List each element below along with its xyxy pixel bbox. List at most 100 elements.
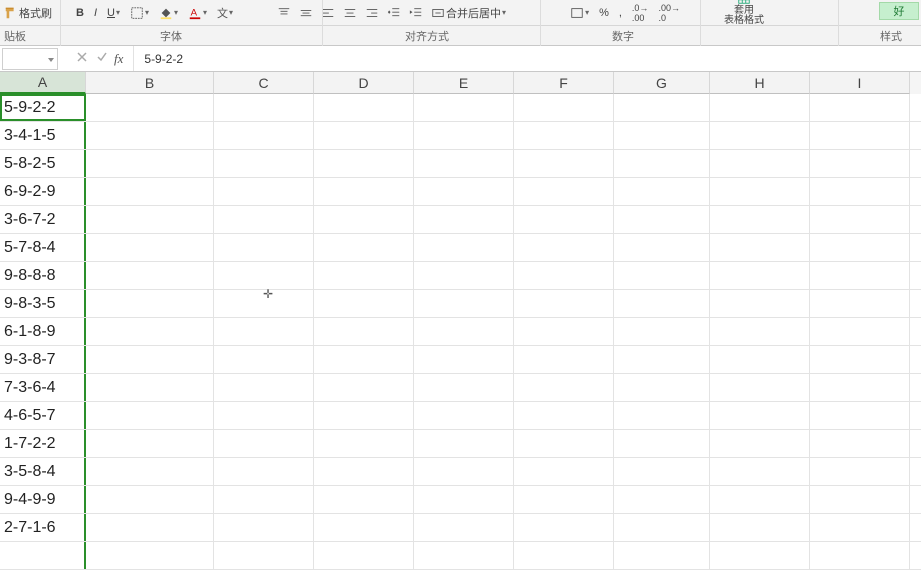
cell-I10[interactable]	[810, 346, 910, 373]
cell-F15[interactable]	[514, 486, 614, 513]
cell-G16[interactable]	[614, 514, 710, 541]
cell-G3[interactable]	[614, 150, 710, 177]
cell-G1[interactable]	[614, 94, 710, 121]
cell-A8[interactable]: 9-8-3-5	[0, 290, 86, 317]
merge-center-button[interactable]: 合并后居中 ▾	[429, 4, 508, 22]
cell-F17[interactable]	[514, 542, 614, 569]
cell-D11[interactable]	[314, 374, 414, 401]
confirm-edit-button[interactable]	[96, 51, 108, 66]
align-right-button[interactable]	[363, 5, 381, 21]
cell-G13[interactable]	[614, 430, 710, 457]
cell-A16[interactable]: 2-7-1-6	[0, 514, 86, 541]
cell-E2[interactable]	[414, 122, 514, 149]
cell-H9[interactable]	[710, 318, 810, 345]
cell-C17[interactable]	[214, 542, 314, 569]
cell-E10[interactable]	[414, 346, 514, 373]
cell-B2[interactable]	[86, 122, 214, 149]
border-button[interactable]: ▾	[128, 5, 151, 21]
column-header-E[interactable]: E	[414, 72, 514, 94]
cell-B15[interactable]	[86, 486, 214, 513]
cell-C12[interactable]	[214, 402, 314, 429]
cell-D5[interactable]	[314, 206, 414, 233]
comma-button[interactable]: ,	[617, 6, 624, 20]
cell-F14[interactable]	[514, 458, 614, 485]
cell-I9[interactable]	[810, 318, 910, 345]
underline-button[interactable]: U▾	[105, 6, 122, 20]
cell-D3[interactable]	[314, 150, 414, 177]
cell-H7[interactable]	[710, 262, 810, 289]
cell-I6[interactable]	[810, 234, 910, 261]
indent-inc-button[interactable]	[407, 5, 425, 21]
column-header-F[interactable]: F	[514, 72, 614, 94]
cell-F5[interactable]	[514, 206, 614, 233]
cell-G17[interactable]	[614, 542, 710, 569]
cell-I2[interactable]	[810, 122, 910, 149]
cell-A3[interactable]: 5-8-2-5	[0, 150, 86, 177]
cell-E3[interactable]	[414, 150, 514, 177]
name-box[interactable]	[2, 48, 58, 70]
format-painter-button[interactable]: 格式刷	[2, 4, 54, 22]
cell-I7[interactable]	[810, 262, 910, 289]
cell-H2[interactable]	[710, 122, 810, 149]
cell-D4[interactable]	[314, 178, 414, 205]
cell-I14[interactable]	[810, 458, 910, 485]
cell-F6[interactable]	[514, 234, 614, 261]
fx-button[interactable]: fx	[114, 51, 123, 67]
cell-B12[interactable]	[86, 402, 214, 429]
cell-C16[interactable]	[214, 514, 314, 541]
cell-D16[interactable]	[314, 514, 414, 541]
cell-A5[interactable]: 3-6-7-2	[0, 206, 86, 233]
cell-B17[interactable]	[86, 542, 214, 569]
cell-H16[interactable]	[710, 514, 810, 541]
cell-B8[interactable]	[86, 290, 214, 317]
column-header-A[interactable]: A	[0, 72, 86, 94]
cell-E6[interactable]	[414, 234, 514, 261]
cell-C6[interactable]	[214, 234, 314, 261]
decrease-decimal-button[interactable]: .00→.0	[656, 2, 682, 24]
cell-G15[interactable]	[614, 486, 710, 513]
cell-D1[interactable]	[314, 94, 414, 121]
cell-style-good[interactable]: 好	[879, 2, 919, 20]
cell-G6[interactable]	[614, 234, 710, 261]
cell-F10[interactable]	[514, 346, 614, 373]
cell-E7[interactable]	[414, 262, 514, 289]
cell-G9[interactable]	[614, 318, 710, 345]
cell-A7[interactable]: 9-8-8-8	[0, 262, 86, 289]
cell-E17[interactable]	[414, 542, 514, 569]
cell-A17[interactable]	[0, 542, 86, 569]
spreadsheet-grid[interactable]: ABCDEFGHI 5-9-2-23-4-1-55-8-2-56-9-2-93-…	[0, 72, 921, 576]
cell-B6[interactable]	[86, 234, 214, 261]
cell-H11[interactable]	[710, 374, 810, 401]
cell-B16[interactable]	[86, 514, 214, 541]
cell-I15[interactable]	[810, 486, 910, 513]
cell-G7[interactable]	[614, 262, 710, 289]
cell-C11[interactable]	[214, 374, 314, 401]
bold-button[interactable]: B	[74, 6, 86, 20]
column-header-C[interactable]: C	[214, 72, 314, 94]
cell-G5[interactable]	[614, 206, 710, 233]
cell-B7[interactable]	[86, 262, 214, 289]
cell-H12[interactable]	[710, 402, 810, 429]
percent-button[interactable]: %	[597, 6, 611, 20]
cell-H14[interactable]	[710, 458, 810, 485]
cell-C13[interactable]	[214, 430, 314, 457]
cell-G4[interactable]	[614, 178, 710, 205]
cell-C14[interactable]	[214, 458, 314, 485]
increase-decimal-button[interactable]: .0→.00	[630, 2, 651, 24]
cell-E15[interactable]	[414, 486, 514, 513]
cell-A2[interactable]: 3-4-1-5	[0, 122, 86, 149]
cell-B10[interactable]	[86, 346, 214, 373]
cell-B9[interactable]	[86, 318, 214, 345]
column-header-I[interactable]: I	[810, 72, 910, 94]
cell-H17[interactable]	[710, 542, 810, 569]
cell-H6[interactable]	[710, 234, 810, 261]
cell-G12[interactable]	[614, 402, 710, 429]
cell-I1[interactable]	[810, 94, 910, 121]
phonetic-button[interactable]: 文 ▾	[215, 4, 235, 22]
cell-H15[interactable]	[710, 486, 810, 513]
cell-I11[interactable]	[810, 374, 910, 401]
cell-F3[interactable]	[514, 150, 614, 177]
cell-A1[interactable]: 5-9-2-2	[0, 94, 86, 121]
cell-E16[interactable]	[414, 514, 514, 541]
cell-C8[interactable]	[214, 290, 314, 317]
